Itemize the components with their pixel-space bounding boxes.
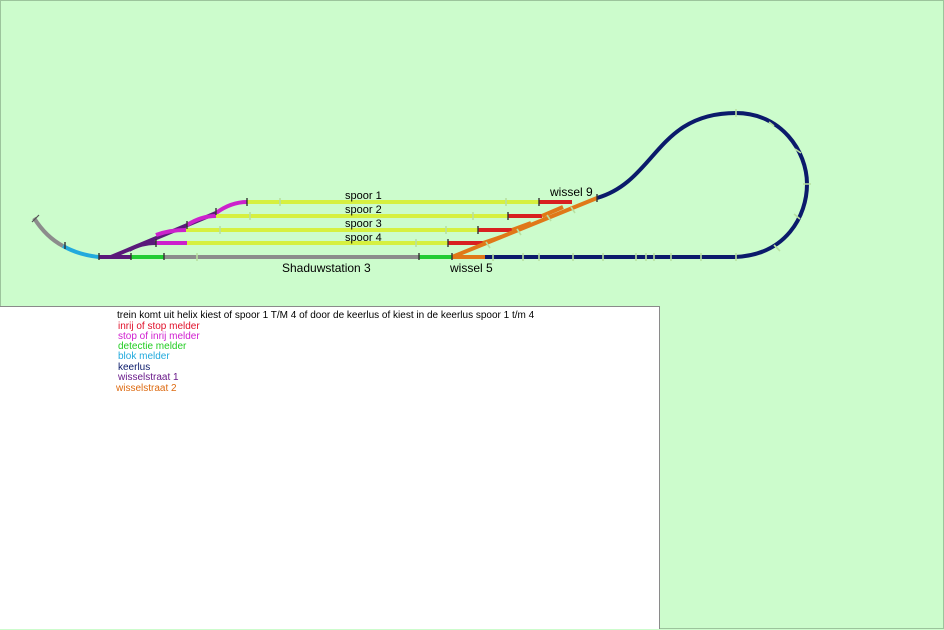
legend-panel: trein komt uit helix kiest of spoor 1 T/… [0, 306, 660, 629]
inrij-melder-spoor-3 [155, 228, 187, 237]
wisselstraat-2-branches [482, 205, 564, 245]
label-spoor-1: spoor 1 [345, 190, 382, 202]
label-wissel-5: wissel 5 [449, 261, 493, 275]
blok-melder-track [62, 244, 100, 259]
legend-item-wisselstraat-2: wisselstraat 2 [116, 383, 177, 394]
legend-intro: trein komt uit helix kiest of spoor 1 T/… [117, 310, 535, 321]
label-spoor-2: spoor 2 [345, 204, 382, 216]
helix-entry-track [32, 216, 64, 248]
legend-item-blok-melder: blok melder [118, 351, 170, 362]
isolation-markers [196, 109, 811, 261]
legend-item-wisselstraat-1: wisselstraat 1 [118, 372, 179, 383]
label-spoor-4: spoor 4 [345, 232, 382, 244]
inrij-melder-spoor-1 [214, 200, 248, 215]
wisselstraat-1-branch-4 [127, 241, 157, 252]
label-shaduwstation: Shaduwstation 3 [282, 261, 371, 275]
keerlus-track [485, 110, 810, 259]
label-wissel-9: wissel 9 [549, 185, 593, 199]
label-spoor-3: spoor 3 [345, 218, 382, 230]
